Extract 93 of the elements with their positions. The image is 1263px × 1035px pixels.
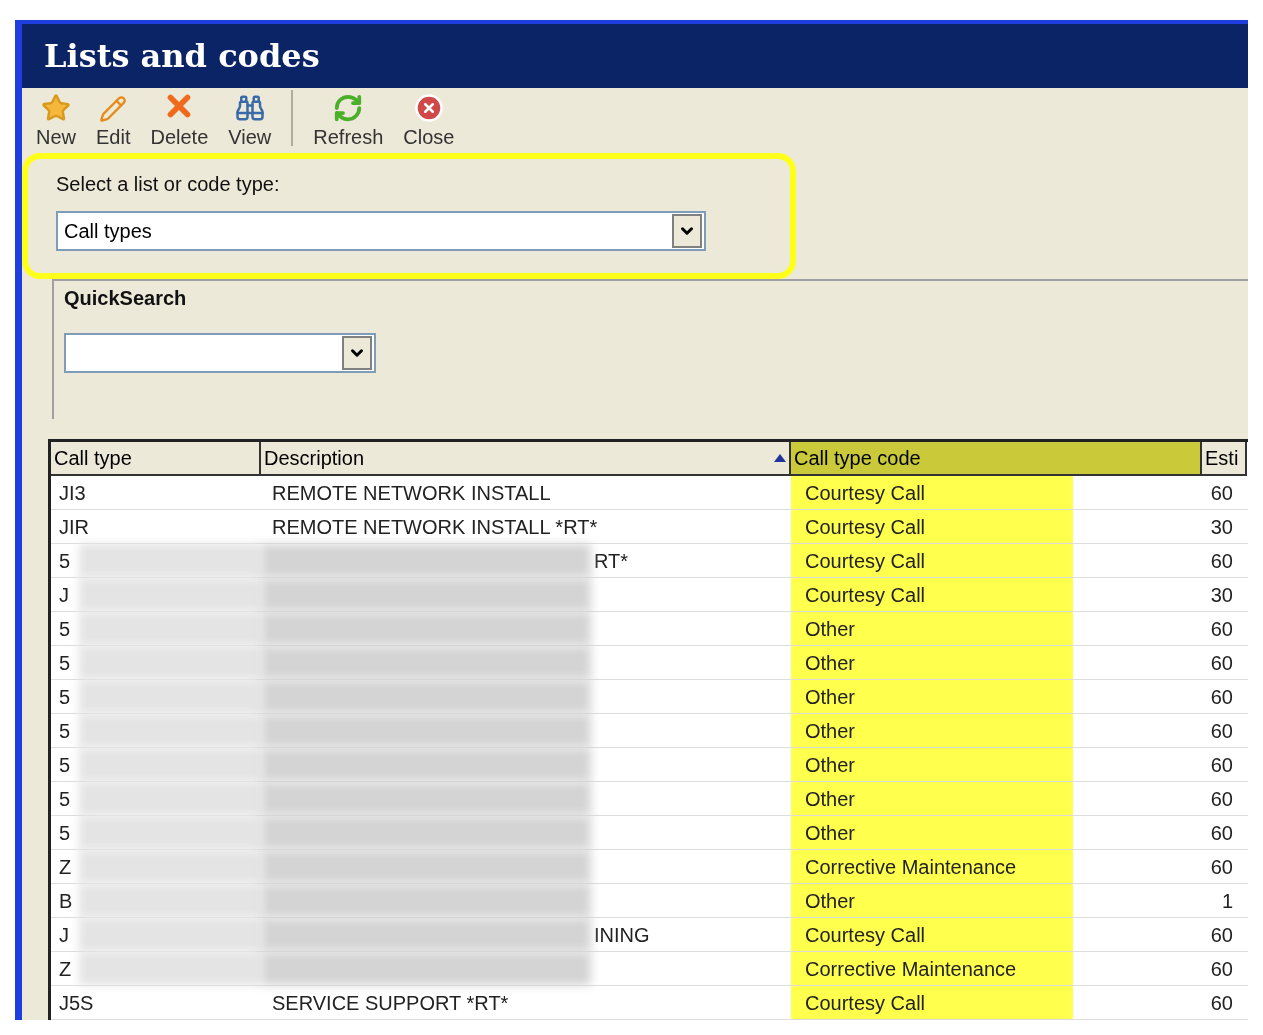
table-cell-text: J5S <box>59 990 94 1016</box>
table-row[interactable]: 5 Other 60 <box>51 782 1248 816</box>
binoculars-icon <box>234 93 265 123</box>
table-cell: Other <box>791 646 1073 679</box>
table-row[interactable]: 5 Other 60 <box>51 646 1248 680</box>
table-cell-text: JI3 <box>59 480 86 506</box>
table-cell-text: 60 <box>1210 548 1233 574</box>
table-cell-text: REMOTE NETWORK INSTALL <box>272 480 551 506</box>
table-cell-text: SERVICE SUPPORT *RT* <box>272 990 509 1016</box>
table-cell-text: 60 <box>1210 820 1233 846</box>
toolbar-button[interactable]: Edit <box>96 95 131 147</box>
table-cell-text: REMOTE NETWORK INSTALL *RT* <box>272 514 598 540</box>
table-cell-text: JIR <box>59 514 89 540</box>
close-icon <box>413 93 444 123</box>
table-cell-text: 60 <box>1210 990 1233 1016</box>
column-header[interactable]: Call type code <box>791 442 1202 476</box>
dropdown-arrow-button[interactable] <box>342 336 372 370</box>
table-row[interactable]: Z Corrective Maintenance 60 <box>51 952 1248 986</box>
table-cell-text: 5 <box>59 752 71 778</box>
table-cell-text: 60 <box>1210 718 1233 744</box>
toolbar-button[interactable]: Refresh <box>313 93 384 147</box>
table-cell-text: 5 <box>59 718 71 744</box>
table-cell: Other <box>791 714 1073 747</box>
table-cell: Courtesy Call <box>791 544 1073 577</box>
group-label: QuickSearch <box>64 286 188 311</box>
table-row[interactable]: 5 Other 60 <box>51 816 1248 850</box>
table-cell-text: 30 <box>1210 582 1233 608</box>
table-row[interactable]: 5 Other 60 <box>51 748 1248 782</box>
table-cell-text: J <box>59 922 69 948</box>
window-title: Lists and codes <box>44 36 320 78</box>
table-cell: Other <box>791 680 1073 713</box>
table-cell-text: 5 <box>59 786 71 812</box>
table-row[interactable]: 5 RT* Courtesy Call 60 <box>51 544 1248 578</box>
column-header[interactable]: Call type <box>51 442 261 476</box>
table-cell-text: 60 <box>1210 786 1233 812</box>
table-row[interactable]: B Other 1 <box>51 884 1248 918</box>
table-cell: Courtesy Call <box>791 918 1073 951</box>
table-cell-text: RT* <box>594 548 629 574</box>
table-cell-text: 60 <box>1210 650 1233 676</box>
table-cell-text: 60 <box>1210 752 1233 778</box>
toolbar-button[interactable]: Close <box>403 93 455 147</box>
table-cell-text: B <box>59 888 73 914</box>
table-cell-text: 5 <box>59 684 71 710</box>
pencil-icon <box>99 95 128 123</box>
table-row[interactable]: JI3 REMOTE NETWORK INSTALL Courtesy Call 60 <box>51 476 1248 510</box>
select-value: Call types <box>64 219 152 244</box>
table-row[interactable]: 5 Other 60 <box>51 680 1248 714</box>
table-cell: Other <box>791 816 1073 849</box>
dropdown-arrow-button[interactable] <box>672 214 702 248</box>
table-cell-text: 30 <box>1210 514 1233 540</box>
star-icon <box>41 93 71 123</box>
table-cell-text: 60 <box>1210 956 1233 982</box>
column-header[interactable]: Description <box>261 442 791 476</box>
table-cell: Corrective Maintenance <box>791 952 1073 985</box>
table-cell-text: Z <box>59 956 72 982</box>
quicksearch-field[interactable] <box>64 333 376 373</box>
table-row[interactable]: Z Corrective Maintenance 60 <box>51 850 1248 884</box>
table-row[interactable]: J5S SERVICE SUPPORT *RT* Courtesy Call 60 <box>51 986 1248 1020</box>
type-select[interactable]: Call types <box>56 211 706 251</box>
table-cell-text: INING <box>594 922 650 948</box>
table-cell: Courtesy Call <box>791 476 1073 509</box>
table-cell: Courtesy Call <box>791 578 1073 611</box>
table-cell: Other <box>791 884 1073 917</box>
table-row[interactable]: J Courtesy Call 30 <box>51 578 1248 612</box>
table-cell-text: 1 <box>1221 888 1233 914</box>
column-header[interactable]: Esti <box>1202 442 1247 476</box>
refresh-icon <box>333 93 364 123</box>
table-row[interactable]: J INING Courtesy Call 60 <box>51 918 1248 952</box>
table-row[interactable]: 5 Other 60 <box>51 612 1248 646</box>
table-cell-text: 5 <box>59 548 71 574</box>
table-row[interactable]: 5 Other 60 <box>51 714 1248 748</box>
table-cell-text: 60 <box>1210 684 1233 710</box>
table-cell: Other <box>791 748 1073 781</box>
table-cell-text: 5 <box>59 650 71 676</box>
toolbar-button[interactable]: New <box>36 93 76 147</box>
table-cell-text: 5 <box>59 616 71 642</box>
sort-arrow-icon <box>774 454 786 462</box>
toolbar-button[interactable]: Delete <box>150 89 209 147</box>
table-cell-text: 60 <box>1210 616 1233 642</box>
table-row[interactable]: JIR REMOTE NETWORK INSTALL *RT* Courtesy Call 30 <box>51 510 1248 544</box>
table-cell-text: 60 <box>1210 922 1233 948</box>
table-cell-text: 60 <box>1210 480 1233 506</box>
toolbar-button[interactable]: View <box>228 93 272 147</box>
table-cell: Corrective Maintenance <box>791 850 1073 883</box>
table-cell-text: 5 <box>59 820 71 846</box>
table-cell-text: J <box>59 582 69 608</box>
table-cell-text: Z <box>59 854 72 880</box>
table-cell: Other <box>791 782 1073 815</box>
field-label: Select a list or code type: <box>56 172 281 197</box>
table-cell: Courtesy Call <box>791 510 1073 543</box>
table-cell: Courtesy Call <box>791 986 1073 1019</box>
table-cell: Other <box>791 612 1073 645</box>
table-cell-text: 60 <box>1210 854 1233 880</box>
